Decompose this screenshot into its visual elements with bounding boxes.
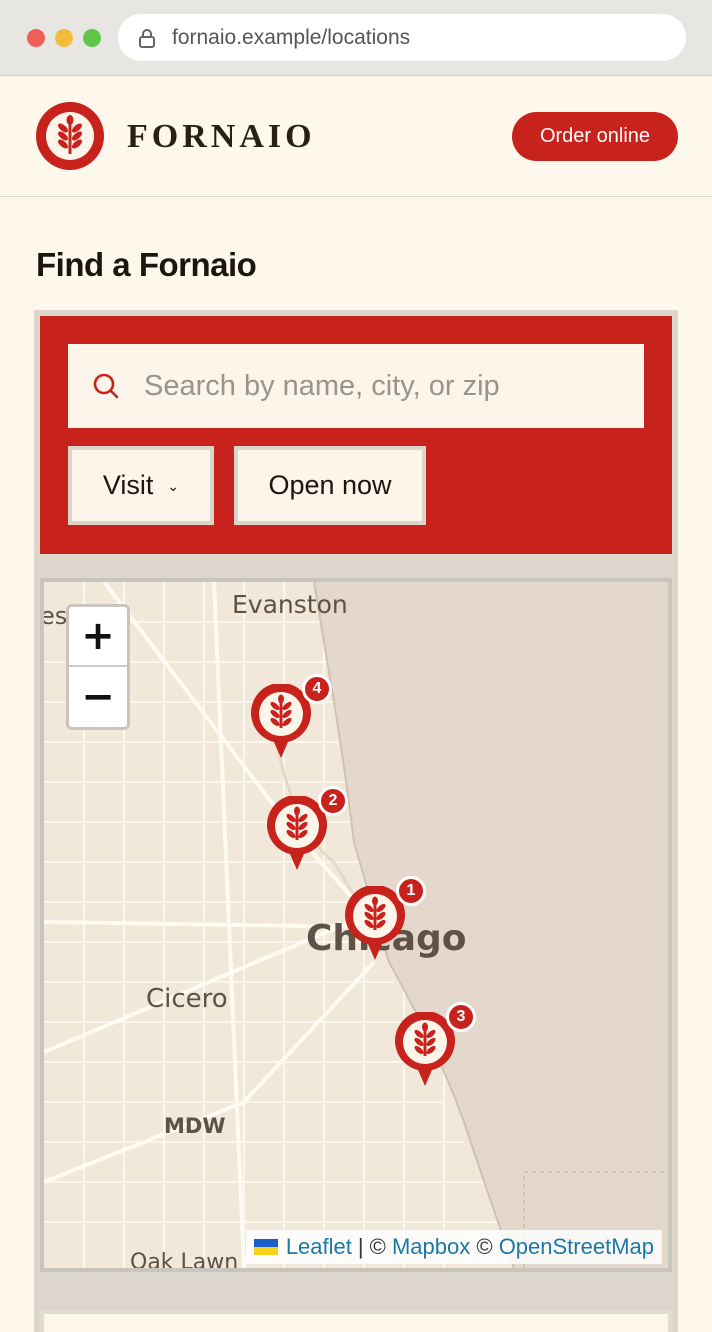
mapbox-link[interactable]: Mapbox (392, 1234, 470, 1260)
browser-chrome: fornaio.example/locations (0, 0, 712, 76)
chevron-down-icon: ⌄ (167, 478, 180, 494)
visit-label: Visit (102, 470, 154, 500)
attribution-separator: | (357, 1234, 364, 1259)
locator-panel: Visit ⌄ Open now (34, 310, 678, 1332)
search-input[interactable] (144, 369, 604, 403)
lock-icon (139, 28, 155, 48)
search-panel: Visit ⌄ Open now (40, 316, 672, 554)
visit-dropdown[interactable]: Visit ⌄ (68, 446, 214, 525)
site-header: FORNAIO Order online (0, 76, 712, 197)
map-label-cicero: Cicero (146, 984, 228, 1014)
map[interactable]: es Evanston Chicago Cicero MDW Oak Lawn … (44, 582, 668, 1268)
open-now-filter-button[interactable]: Open now (234, 446, 426, 525)
location-list-card[interactable] (40, 1310, 672, 1332)
ukraine-flag-icon (253, 1239, 278, 1255)
url-text: fornaio.example/locations (172, 25, 411, 49)
pin-badge-1: 1 (396, 876, 426, 906)
page: FORNAIO Order online Find a Fornaio Visi… (0, 76, 712, 1332)
zoom-control: + − (66, 604, 130, 730)
leaflet-link[interactable]: Leaflet (286, 1234, 352, 1260)
map-label-oak-lawn: Oak Lawn (130, 1250, 239, 1268)
map-label-mdw: MDW (164, 1114, 226, 1138)
window-close-button[interactable] (27, 29, 45, 47)
window-maximize-button[interactable] (83, 29, 101, 47)
brand-wordmark[interactable]: FORNAIO (127, 118, 316, 156)
zoom-in-button[interactable]: + (69, 607, 127, 667)
map-label-evanston: Evanston (232, 590, 348, 619)
pin-badge-2: 2 (318, 786, 348, 816)
copyright-mark: © (476, 1234, 493, 1259)
copyright-mark: © (369, 1234, 386, 1259)
open-now-label: Open now (268, 470, 392, 500)
zoom-out-button[interactable]: − (69, 667, 127, 727)
map-frame: es Evanston Chicago Cicero MDW Oak Lawn … (40, 578, 672, 1272)
map-attribution: Leaflet | © Mapbox © OpenStreetMap (245, 1230, 662, 1264)
wheat-logo-icon[interactable] (36, 102, 104, 170)
address-bar[interactable]: fornaio.example/locations (118, 14, 686, 61)
search-icon (93, 373, 119, 399)
order-online-button[interactable]: Order online (512, 112, 678, 161)
pin-badge-3: 3 (446, 1002, 476, 1032)
pin-badge-4: 4 (302, 674, 332, 704)
page-title: Find a Fornaio (36, 246, 257, 283)
search-box[interactable] (68, 344, 644, 428)
openstreetmap-link[interactable]: OpenStreetMap (499, 1234, 654, 1260)
window-minimize-button[interactable] (55, 29, 73, 47)
map-label-partial: es (44, 602, 68, 630)
